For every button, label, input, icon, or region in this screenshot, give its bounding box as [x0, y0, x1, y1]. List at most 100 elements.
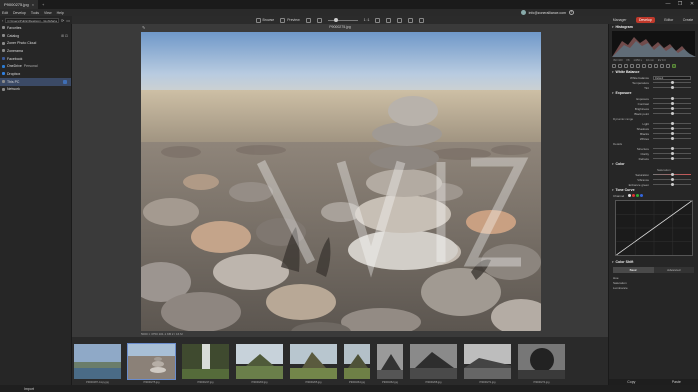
tab-manager[interactable]: Manager	[613, 18, 627, 22]
filmstrip-thumb[interactable]: P9000287-Copy.jpg	[73, 343, 122, 384]
sidebar-item-favorites[interactable]: Favorites	[0, 24, 71, 32]
white-balance-select[interactable]: Default	[653, 75, 691, 80]
paste-button[interactable]: Paste	[672, 380, 681, 384]
account-email[interactable]: info@zoneralliance.com	[529, 11, 566, 15]
gradient-icon[interactable]	[624, 64, 628, 68]
filmstrip-thumb[interactable]: P9000271.jpg	[463, 343, 512, 384]
structure-knob[interactable]	[671, 147, 674, 150]
shadows-knob[interactable]	[671, 127, 674, 130]
menu-item-help[interactable]: Help	[57, 11, 64, 15]
catalog-add-icon[interactable]: ⊞ ⊡	[61, 34, 68, 38]
filmstrip-thumb-selected[interactable]: P9000275.jpg	[127, 343, 176, 384]
minimize-button[interactable]: —	[662, 0, 674, 9]
expand-icon[interactable]	[63, 79, 67, 84]
color-shift-header[interactable]: ▾ Color Shift	[609, 259, 698, 265]
zoom-slider-knob[interactable]	[333, 17, 338, 22]
mode-advanced-button[interactable]: Advanced	[653, 267, 694, 273]
filmstrip-thumb[interactable]: P9000260.jpg	[235, 343, 284, 384]
filmstrip-thumb[interactable]: P9000265.jpg	[289, 343, 338, 384]
sidebar-item-this-pc[interactable]: This PC	[0, 77, 71, 86]
fit-icon[interactable]	[375, 17, 381, 23]
filmstrip-thumb[interactable]: P9000274.jpg	[517, 343, 566, 384]
channel-blue-dot[interactable]	[640, 194, 644, 197]
luminance-row[interactable]: Luminance	[609, 285, 698, 290]
filmstrip-thumb[interactable]: P9000262.jpg	[376, 343, 404, 384]
undo-icon[interactable]	[648, 64, 652, 68]
sidebar-item-dropbox[interactable]: Dropbox	[0, 70, 71, 78]
new-tab-icon[interactable]: +	[38, 2, 48, 7]
menu-item-edit[interactable]: Edit	[2, 11, 8, 15]
document-tab[interactable]: P9000275.jpg ×	[0, 0, 39, 9]
channel-rgb-dot[interactable]	[628, 194, 632, 197]
tab-editor[interactable]: Editor	[664, 18, 673, 22]
compare-icon[interactable]	[386, 17, 392, 23]
brush-icon[interactable]	[618, 64, 622, 68]
mode-basic-button[interactable]: Basic	[613, 267, 654, 273]
clarity-knob[interactable]	[671, 152, 674, 155]
lock-icon[interactable]	[397, 17, 403, 23]
histogram-header[interactable]: ▾ Histogram	[609, 24, 698, 30]
sidebar-item-catalog[interactable]: Catalog ⊞ ⊡	[0, 32, 71, 40]
copy-button[interactable]: Copy	[627, 380, 635, 384]
info-icon[interactable]	[408, 17, 414, 23]
eye-icon[interactable]	[642, 64, 646, 68]
maximize-button[interactable]: ❐	[674, 0, 686, 9]
compare-split-icon[interactable]	[666, 64, 670, 68]
temperature-knob[interactable]	[671, 81, 674, 84]
avatar[interactable]	[520, 10, 526, 15]
exif-aperture: f/8	[626, 59, 630, 62]
menu-item-view[interactable]: View	[44, 11, 52, 15]
thumb-lake-image	[74, 344, 121, 379]
light-knob[interactable]	[671, 122, 674, 125]
black-point-knob[interactable]	[671, 112, 674, 115]
filmstrip-thumb[interactable]: P9000247.jpg	[181, 343, 230, 384]
tab-close-icon[interactable]: ×	[32, 2, 34, 7]
vibrance-knob[interactable]	[671, 178, 674, 181]
dehaze-knob[interactable]	[671, 157, 674, 160]
channel-red-dot[interactable]	[632, 194, 636, 197]
path-input[interactable]: C:\Users\Public\Desktop\...\Hoi\Marta Pd	[5, 17, 59, 23]
zoom-level[interactable]: 1 :1	[364, 18, 370, 22]
play-icon[interactable]	[305, 17, 311, 23]
tint-label: Tint	[644, 85, 649, 90]
exposure-knob[interactable]	[671, 97, 674, 100]
sidebar-item-zoner-photo-cloud[interactable]: Zoner Photo Cloud	[0, 39, 71, 47]
tab-develop[interactable]: Develop	[635, 17, 655, 23]
sidebar-item-network[interactable]: Network	[0, 86, 71, 94]
browse-button[interactable]: Browse	[255, 17, 274, 23]
sidebar-item-zonerama[interactable]: Zonerama	[0, 47, 71, 55]
import-button[interactable]: Import	[24, 387, 34, 391]
radial-icon[interactable]	[630, 64, 634, 68]
zoom-slider[interactable]	[327, 17, 358, 22]
reset-icon[interactable]	[660, 64, 664, 68]
redo-icon[interactable]	[654, 64, 658, 68]
whites-knob[interactable]	[671, 137, 674, 140]
contrast-knob[interactable]	[671, 102, 674, 105]
presets-icon[interactable]	[672, 64, 676, 68]
fullscreen-icon[interactable]	[419, 17, 425, 23]
refresh-icon[interactable]: ⟳	[61, 18, 64, 23]
close-button[interactable]: ✕	[686, 0, 698, 9]
channel-green-dot[interactable]	[636, 194, 640, 197]
brightness-knob[interactable]	[671, 107, 674, 110]
retouch-icon[interactable]	[636, 64, 640, 68]
sidebar-item-facebook[interactable]: Facebook	[0, 55, 71, 63]
menu-item-develop[interactable]: Develop	[13, 11, 26, 15]
filmstrip-thumb[interactable]: P9000268.jpg	[409, 343, 458, 384]
tint-knob[interactable]	[671, 86, 674, 89]
zoom-out-icon[interactable]	[316, 17, 322, 23]
blacks-knob[interactable]	[671, 132, 674, 135]
back-icon[interactable]: ‹	[2, 18, 3, 23]
crop-icon[interactable]	[612, 64, 616, 68]
main-photo[interactable]	[141, 32, 541, 331]
folder-icon[interactable]: ▭	[66, 18, 70, 23]
sidebar-item-onedrive[interactable]: OneDrive Personal	[0, 62, 71, 70]
enhance-green-knob[interactable]	[671, 183, 674, 186]
tab-create[interactable]: Create	[683, 18, 694, 22]
tone-curve-graph[interactable]	[615, 200, 693, 256]
filmstrip-thumb[interactable]: P9000264.jpg	[343, 343, 371, 384]
color-saturation-knob[interactable]	[671, 173, 674, 176]
menu-item-tools[interactable]: Tools	[31, 11, 39, 15]
help-icon[interactable]: ?	[569, 10, 574, 15]
preview-button[interactable]: Preview	[280, 17, 300, 23]
